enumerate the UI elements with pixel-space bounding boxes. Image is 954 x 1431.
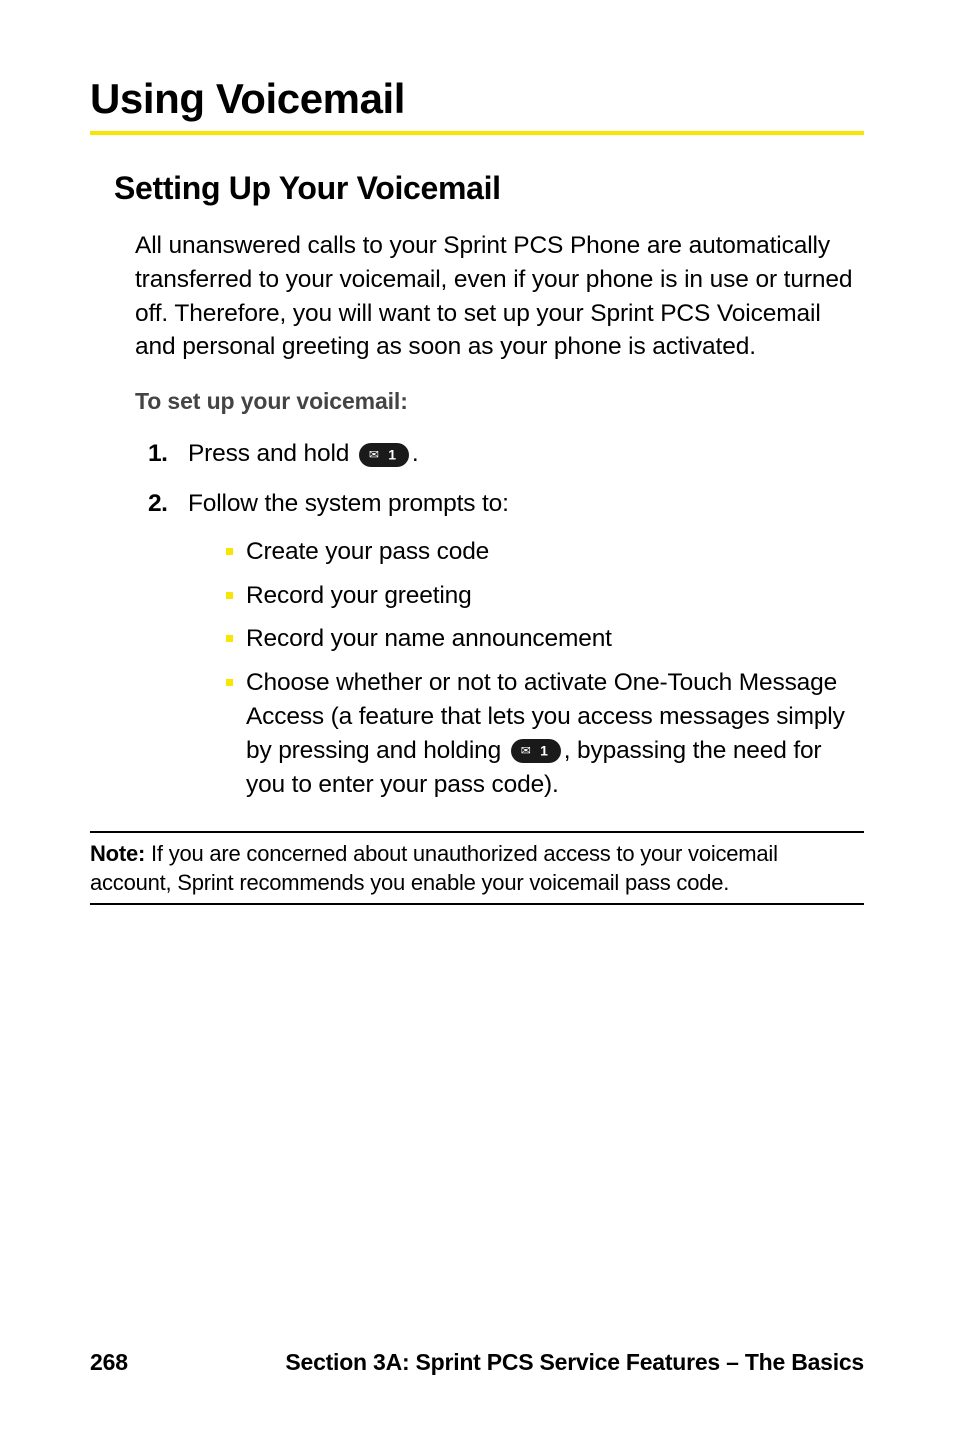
step-content: Press and hold . [188,437,864,471]
section-underline [90,131,864,135]
step-2-text: Follow the system prompts to: [188,490,509,517]
page-footer: 268 Section 3A: Sprint PCS Service Featu… [90,1349,864,1376]
sub-steps-list: Create your pass code Record your greeti… [188,535,864,802]
note-block: Note: If you are concerned about unautho… [90,831,864,905]
step-number: 2. [148,487,188,811]
footer-section-text: Section 3A: Sprint PCS Service Features … [285,1349,864,1376]
step-2: 2. Follow the system prompts to: Create … [148,487,864,811]
step-number: 1. [148,437,188,471]
note-label: Note: [90,841,151,866]
sub-step: Record your greeting [188,579,864,613]
sub-step: Create your pass code [188,535,864,569]
note-text: If you are concerned about unauthorized … [90,841,778,895]
setup-heading: To set up your voicemail: [135,388,864,415]
subsection-title: Setting Up Your Voicemail [114,170,864,207]
section-title: Using Voicemail [90,75,864,123]
steps-list: 1. Press and hold . 2. Follow the system… [148,437,864,811]
voicemail-1-key-icon [511,739,561,763]
step-1-prefix: Press and hold [188,440,356,467]
intro-paragraph: All unanswered calls to your Sprint PCS … [135,229,864,364]
step-1: 1. Press and hold . [148,437,864,471]
sub-step: Choose whether or not to activate One-To… [188,666,864,801]
sub-step: Record your name announcement [188,622,864,656]
step-1-suffix: . [412,440,419,467]
page-number: 268 [90,1349,128,1376]
voicemail-1-key-icon [359,443,409,467]
step-content: Follow the system prompts to: Create you… [188,487,864,811]
